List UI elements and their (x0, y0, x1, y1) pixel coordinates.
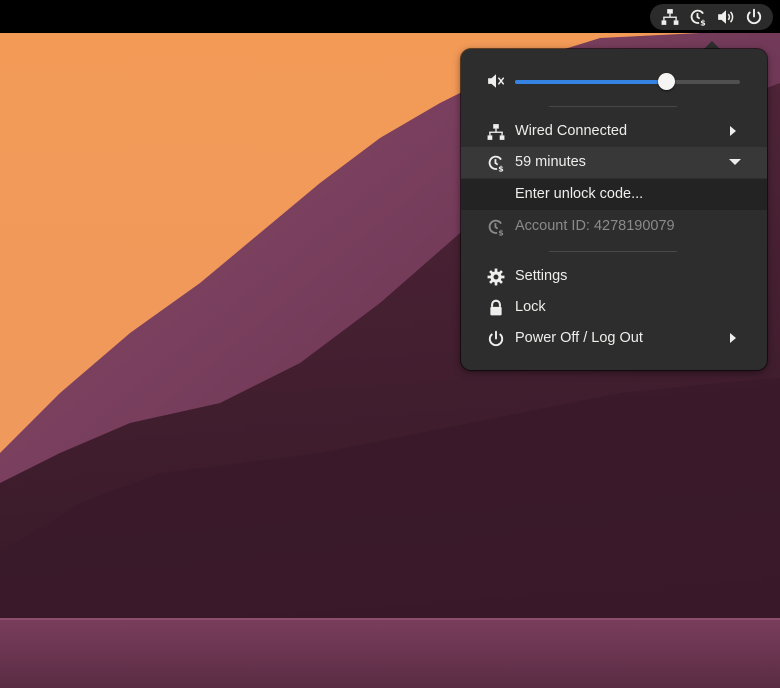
power-icon (745, 8, 763, 26)
account-id-item: $ Account ID: 4278190079 (461, 211, 767, 242)
account-id-label: Account ID: 4278190079 (515, 218, 675, 234)
settings-label: Settings (515, 268, 568, 284)
menu-pointer (704, 41, 720, 49)
top-panel: $ (0, 0, 780, 33)
separator (549, 106, 677, 107)
volume-slider-fill (515, 80, 666, 84)
volume-muted-icon[interactable] (487, 72, 505, 90)
wired-connected-label: Wired Connected (515, 123, 628, 139)
svg-text:$: $ (498, 228, 503, 236)
timer-icon: $ (689, 8, 707, 26)
wired-connected-item[interactable]: Wired Connected (461, 116, 767, 147)
gear-icon (487, 268, 505, 286)
system-tray[interactable]: $ (650, 4, 773, 30)
network-wired-icon (661, 8, 679, 26)
system-menu: Wired Connected $ 59 minutes Enter unloc… (461, 49, 767, 370)
timer-item[interactable]: $ 59 minutes (461, 147, 767, 178)
timer-label: 59 minutes (515, 154, 586, 170)
svg-text:$: $ (498, 164, 503, 172)
volume-slider-handle[interactable] (657, 73, 675, 90)
chevron-right-icon (727, 125, 739, 137)
svg-text:$: $ (700, 18, 705, 26)
chevron-right-icon (727, 332, 739, 344)
volume-row (461, 65, 767, 97)
enter-unlock-code-label: Enter unlock code... (515, 186, 644, 202)
power-icon (487, 330, 505, 348)
timer-icon: $ (487, 154, 505, 172)
timer-icon: $ (487, 218, 505, 236)
volume-slider[interactable] (515, 73, 740, 90)
enter-unlock-code-item[interactable]: Enter unlock code... (461, 179, 767, 210)
settings-item[interactable]: Settings (461, 261, 767, 292)
power-off-log-out-label: Power Off / Log Out (515, 330, 643, 346)
chevron-down-icon (729, 156, 741, 168)
power-off-log-out-item[interactable]: Power Off / Log Out (461, 323, 767, 354)
lock-label: Lock (515, 299, 546, 315)
volume-high-icon (717, 8, 735, 26)
network-wired-icon (487, 123, 505, 141)
lock-item[interactable]: Lock (461, 292, 767, 323)
separator (549, 251, 677, 252)
lock-icon (487, 299, 505, 317)
